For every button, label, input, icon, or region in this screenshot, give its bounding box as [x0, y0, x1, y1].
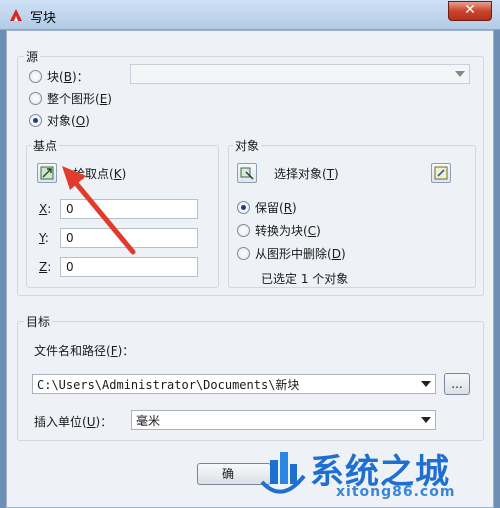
- watermark-site: xitong86.com: [336, 484, 456, 500]
- watermark-logo-icon: [260, 452, 306, 494]
- site-watermark: 系统之城 xitong86.com: [248, 438, 500, 508]
- annotation-arrow: [62, 166, 136, 255]
